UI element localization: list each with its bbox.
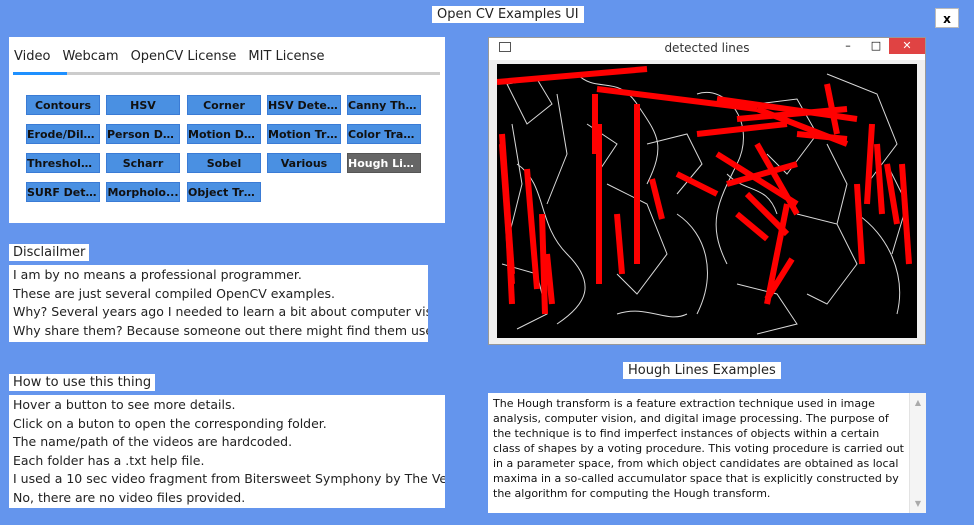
howto-line: Hover a button to see more details. (13, 397, 236, 412)
tab-opencv-license[interactable]: OpenCV License (131, 47, 237, 66)
example-button[interactable]: Various (267, 153, 341, 173)
disclaimer-heading: Disclailmer (9, 244, 90, 261)
tab-webcam[interactable]: Webcam (62, 47, 118, 66)
disclaimer-line: Why share them? Because someone out ther… (13, 322, 428, 338)
scroll-up-icon[interactable]: ▲ (910, 395, 926, 410)
detected-lines-image (497, 64, 917, 338)
howto-line: The name/path of the videos are hardcode… (13, 434, 293, 450)
tab-video[interactable]: Video (14, 47, 50, 66)
example-button[interactable]: Scharr (106, 153, 180, 173)
example-button[interactable]: Object Trac... (187, 182, 261, 202)
close-icon[interactable]: ✕ (889, 38, 925, 54)
example-button[interactable]: Person Det... (106, 124, 180, 144)
howto-line: No, there are no video files provided. (13, 489, 246, 505)
tab-underline (13, 72, 440, 75)
example-button[interactable]: SURF Detec... (26, 182, 100, 202)
close-button[interactable]: x (935, 8, 959, 28)
howto-heading: How to use this thing (9, 374, 156, 391)
tab-mit-license[interactable]: MIT License (248, 47, 324, 66)
example-button[interactable]: Contours (26, 95, 100, 115)
edge-map (501, 73, 908, 335)
disclaimer-line: I am by no means a professional programm… (13, 267, 302, 282)
scroll-down-icon[interactable]: ▼ (910, 496, 926, 511)
howto-line: I used a 10 sec video fragment from Bite… (13, 471, 445, 487)
hough-description: The Hough transform is a feature extract… (488, 393, 926, 513)
image-window-titlebar[interactable]: detected lines – □ ✕ (489, 38, 925, 60)
minimize-icon[interactable]: – (835, 38, 861, 54)
scrollbar[interactable]: ▲ ▼ (909, 393, 926, 513)
example-button[interactable]: Motion De... (187, 124, 261, 144)
tab-bar: Video Webcam OpenCV License MIT License (14, 47, 337, 66)
disclaimer-text: I am by no means a professional programm… (9, 265, 428, 342)
tab-panel: Video Webcam OpenCV License MIT License … (9, 37, 445, 223)
hough-heading: Hough Lines Examples (623, 362, 781, 379)
example-button[interactable]: Threshold ... (26, 153, 100, 173)
image-window[interactable]: detected lines – □ ✕ (488, 37, 926, 345)
howto-line: Click on a buton to open the correspondi… (13, 415, 327, 431)
disclaimer-line: Why? Several years ago I needed to learn… (13, 304, 428, 320)
disclaimer-line: These are just several compiled OpenCV e… (13, 285, 336, 301)
example-button[interactable]: HSV Detect... (267, 95, 341, 115)
hough-description-text: The Hough transform is a feature extract… (493, 397, 904, 500)
example-button[interactable]: HSV (106, 95, 180, 115)
app-title: Open CV Examples UI (432, 6, 584, 23)
howto-text: Hover a button to see more details. Click… (9, 395, 445, 508)
example-button[interactable]: Color Track... (347, 124, 421, 144)
example-button[interactable]: Motion Tra... (267, 124, 341, 144)
howto-line: Each folder has a .txt help file. (13, 452, 205, 468)
example-button[interactable]: Canny Thre... (347, 95, 421, 115)
example-button[interactable]: Sobel (187, 153, 261, 173)
active-tab-indicator (13, 72, 67, 75)
example-button[interactable]: Erode/Dilate (26, 124, 100, 144)
example-button[interactable]: Hough Lines (347, 153, 421, 173)
maximize-icon[interactable]: □ (863, 38, 889, 54)
example-button[interactable]: Morpholo... (106, 182, 180, 202)
example-button[interactable]: Corner (187, 95, 261, 115)
